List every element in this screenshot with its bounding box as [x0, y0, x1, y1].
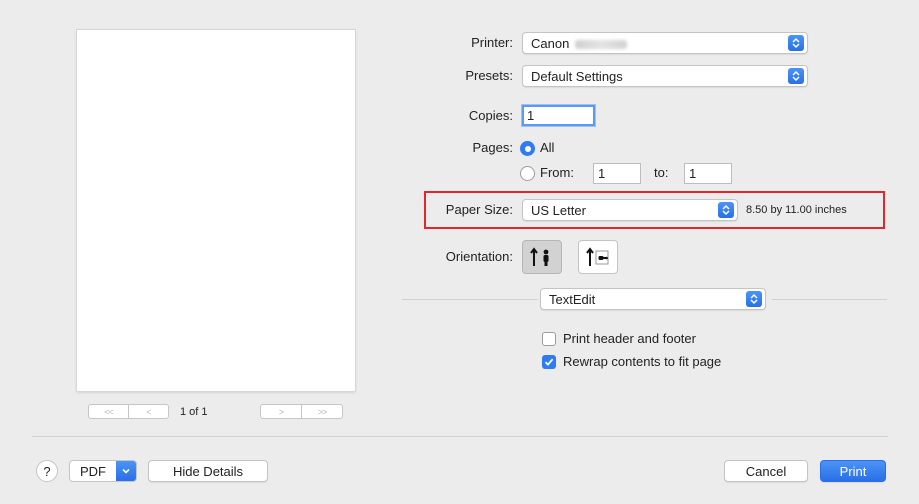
- chevron-updown-icon: [788, 68, 804, 84]
- pages-all-label: All: [540, 140, 555, 155]
- app-options-value: TextEdit: [549, 291, 596, 307]
- pages-to-field[interactable]: 1: [684, 163, 732, 184]
- app-options-popup[interactable]: TextEdit: [540, 288, 766, 310]
- pages-label: Pages:: [472, 140, 513, 155]
- pages-from-label: From:: [540, 165, 574, 180]
- pages-to-label: to:: [654, 165, 669, 180]
- pages-all-radio[interactable]: [520, 141, 535, 156]
- landscape-orientation-button[interactable]: [578, 240, 618, 274]
- chevron-updown-icon: [718, 202, 734, 218]
- pages-from-field[interactable]: 1: [593, 163, 641, 184]
- previous-page-button[interactable]: <: [128, 405, 168, 418]
- page-count: 1 of 1: [180, 406, 208, 418]
- preview-nav-forward-group: > >>: [260, 404, 343, 419]
- printer-name: Canon: [531, 35, 570, 51]
- orientation-label: Orientation:: [445, 249, 513, 264]
- copies-label: Copies:: [468, 108, 513, 123]
- print-button[interactable]: Print: [820, 460, 886, 482]
- chevron-updown-icon: [788, 35, 804, 51]
- paper-dimensions: 8.50 by 11.00 inches: [746, 204, 847, 216]
- last-page-button[interactable]: >>: [301, 405, 342, 418]
- print-header-footer-label: Print header and footer: [563, 331, 696, 346]
- first-page-button[interactable]: <<: [89, 405, 128, 418]
- portrait-orientation-button[interactable]: [522, 240, 562, 274]
- print-header-footer-checkbox[interactable]: [542, 332, 556, 346]
- rewrap-contents-label: Rewrap contents to fit page: [563, 354, 722, 369]
- paper-size-label: Paper Size:: [445, 202, 513, 217]
- paper-size-value: US Letter: [531, 202, 586, 218]
- portrait-person-icon: [530, 247, 549, 266]
- chevron-updown-icon: [746, 291, 762, 307]
- pdf-label: PDF: [80, 463, 106, 479]
- redacted-model-text: [575, 39, 628, 49]
- print-preview: [77, 30, 355, 391]
- landscape-person-icon: [586, 247, 609, 266]
- presets-value: Default Settings: [531, 68, 623, 84]
- next-page-button[interactable]: >: [261, 405, 301, 418]
- preview-nav-back-group: << <: [88, 404, 169, 419]
- paper-size-popup[interactable]: US Letter: [522, 199, 738, 221]
- footer-divider: [32, 436, 888, 437]
- help-button[interactable]: ?: [36, 460, 58, 482]
- printer-label: Printer:: [471, 35, 513, 50]
- pdf-menu-button[interactable]: PDF: [69, 460, 137, 482]
- copies-field[interactable]: 1: [522, 105, 595, 126]
- pages-range-radio[interactable]: [520, 166, 535, 181]
- presets-popup[interactable]: Default Settings: [522, 65, 808, 87]
- section-divider-left: [402, 299, 538, 300]
- checkmark-icon: [544, 358, 554, 366]
- printer-popup[interactable]: Canon: [522, 32, 808, 54]
- rewrap-contents-checkbox[interactable]: [542, 355, 556, 369]
- cancel-button[interactable]: Cancel: [724, 460, 808, 482]
- section-divider-right: [772, 299, 887, 300]
- presets-label: Presets:: [465, 68, 513, 83]
- chevron-down-icon: [116, 461, 136, 481]
- hide-details-button[interactable]: Hide Details: [148, 460, 268, 482]
